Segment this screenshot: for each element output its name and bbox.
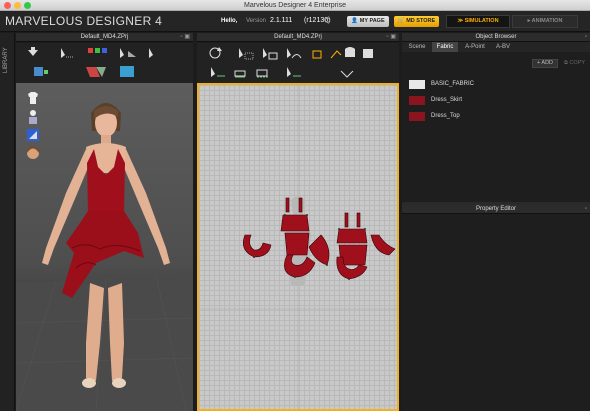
panel-3d-title: Default_MD4.ZPrj — [80, 34, 129, 40]
my-page-button[interactable]: 👤 MY PAGE — [347, 16, 389, 27]
store-icon: 🛒 — [397, 18, 405, 24]
window-title: Marvelous Designer 4 Enterprise — [244, 2, 346, 9]
panel-2d-title: Default_MD4.ZPrj — [274, 34, 322, 40]
simulation-mode-button[interactable]: ≫ SIMULATION — [446, 15, 510, 28]
tab-a-bv[interactable]: A-BV — [492, 42, 514, 52]
property-editor-header: Property Editor ▫ — [402, 205, 590, 214]
right-dock — [402, 33, 590, 411]
tab-fabric[interactable]: Fabric — [432, 42, 458, 52]
property-editor-window-controls-icon[interactable]: ▫ — [585, 205, 587, 214]
edit-point-icon — [263, 48, 278, 60]
library-label: LIBRARY — [3, 47, 9, 73]
avatar-scene — [16, 103, 193, 411]
md-store-label: MD STORE — [406, 18, 436, 24]
pattern-window — [199, 85, 397, 409]
segment-sewing-icon — [234, 70, 246, 78]
panel-2d-window-controls-icon[interactable]: ▫ ▣ — [387, 33, 396, 42]
dress-patterns — [243, 197, 396, 280]
toolbar-2d — [197, 43, 399, 83]
simulation-icon: ≫ — [457, 18, 464, 24]
animation-icon: ▸ — [527, 18, 531, 24]
toolbar-2d-icons[interactable] — [197, 43, 399, 83]
edit-pattern-icon — [239, 48, 254, 60]
version-value: 2.1.111 — [270, 17, 293, 24]
animation-label: ANIMATION — [531, 18, 563, 24]
fabric-name: Dress_Top — [431, 113, 460, 119]
panel-3d-window-controls-icon[interactable]: ▫ ▣ — [181, 33, 190, 42]
check-sewing-icon — [287, 67, 301, 77]
minimize-window-button[interactable] — [14, 2, 21, 9]
user-icon: 👤 — [351, 18, 359, 24]
transform-pattern-icon — [61, 48, 74, 58]
animation-mode-button[interactable]: ▸ ANIMATION — [512, 15, 578, 28]
edit-curvature-icon — [287, 48, 302, 59]
close-window-button[interactable] — [4, 2, 11, 9]
fabric-name: Dress_Skirt — [431, 97, 463, 103]
fabric-display-icon — [86, 67, 106, 77]
panel-2d-header: Default_MD4.ZPrj ▫ ▣ — [197, 33, 399, 42]
object-browser-window-controls-icon[interactable]: ▫ — [585, 33, 587, 42]
object-browser-tabs: Scene Fabric A-Point A-BV — [402, 42, 590, 52]
select-move-icon — [28, 47, 38, 56]
greeting-label: Hello, — [221, 18, 238, 24]
copy-fabric-button[interactable]: ⧉ COPY — [561, 59, 588, 68]
toolbar-3d-icons[interactable] — [16, 43, 193, 83]
free-sewing-icon — [256, 69, 269, 78]
fabric-swatch — [409, 112, 425, 121]
fabric-swatch — [409, 96, 425, 105]
mannequin-icon — [345, 47, 355, 57]
object-browser-title: Object Browser — [475, 34, 517, 40]
window-titlebar: Marvelous Designer 4 Enterprise — [0, 0, 590, 11]
copy-icon: ⧉ — [563, 60, 568, 66]
version-label: Version — [246, 18, 267, 24]
polygon-icon — [312, 50, 322, 59]
fold-arrangement-icon — [88, 48, 107, 53]
viewport-2d[interactable] — [197, 83, 399, 411]
add-icon: + — [536, 60, 541, 66]
tape-icon — [340, 70, 354, 78]
avatar-display-icon — [34, 67, 48, 76]
garment-icon — [363, 49, 373, 58]
library-sidebar[interactable]: LIBRARY — [0, 33, 15, 411]
texture-icon — [120, 66, 134, 77]
tab-scene[interactable]: Scene — [404, 42, 430, 52]
tab-a-point[interactable]: A-Point — [460, 42, 490, 52]
simulation-label: SIMULATION — [464, 18, 499, 24]
fabric-swatch — [409, 80, 425, 89]
panel-3d-header: Default_MD4.ZPrj ▫ ▣ — [16, 33, 193, 42]
settings-dropdown-icon[interactable]: ⚙ — [324, 16, 331, 25]
rotate-pattern-icon — [209, 47, 222, 59]
md-store-button[interactable]: 🛒 MD STORE — [394, 16, 439, 27]
select-mesh-icon — [120, 48, 136, 58]
viewport-3d[interactable] — [16, 83, 193, 411]
copy-label: COPY — [569, 60, 586, 66]
add-fabric-button[interactable]: + ADD — [532, 59, 558, 68]
tack-icon — [149, 48, 153, 58]
object-browser-header: Object Browser ▫ — [402, 33, 590, 42]
curve-point-icon — [330, 50, 342, 59]
property-editor-title: Property Editor — [475, 206, 517, 212]
seam-tool-icon — [211, 67, 225, 77]
toolbar-3d — [16, 43, 193, 83]
app-header: MARVELOUS DESIGNER 4 Hello, Version 2.1.… — [0, 11, 590, 32]
add-label: ADD — [541, 60, 554, 66]
fabric-name: BASIC_FABRIC — [431, 81, 475, 87]
my-page-label: MY PAGE — [359, 18, 385, 24]
app-logo: MARVELOUS DESIGNER 4 — [5, 14, 163, 28]
zoom-window-button[interactable] — [24, 2, 31, 9]
